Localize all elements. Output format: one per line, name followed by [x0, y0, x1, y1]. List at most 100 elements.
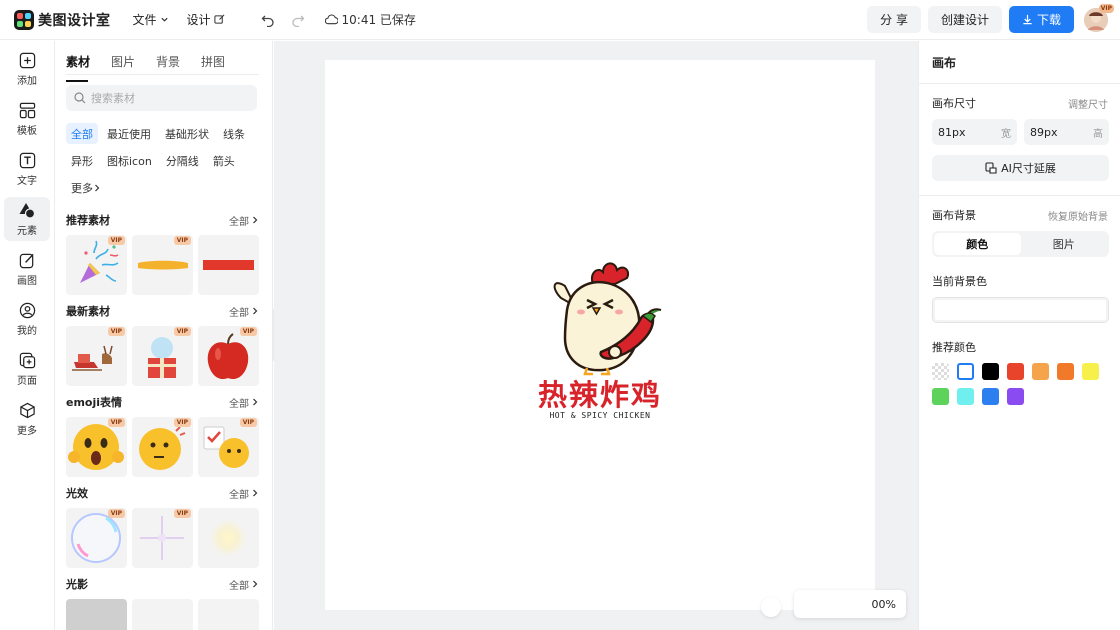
color-swatch[interactable]	[1007, 363, 1024, 380]
rail-item-pages[interactable]: 页面	[4, 347, 50, 391]
material-thumb[interactable]: VIP	[132, 508, 193, 568]
create-design-button[interactable]: 创建设计	[927, 6, 1002, 33]
file-menu[interactable]: 文件	[133, 11, 169, 28]
color-swatch[interactable]	[932, 363, 949, 380]
logo-title[interactable]: 热辣炸鸡	[325, 372, 875, 414]
color-swatch[interactable]	[1082, 363, 1099, 380]
rail-item-templates[interactable]: 模板	[4, 97, 50, 141]
category-chips: 全部 最近使用 基础形状 线条 异形 图标icon 分隔线 箭头 更多	[66, 123, 266, 204]
color-swatch[interactable]	[982, 388, 999, 405]
chip-arrows[interactable]: 箭头	[208, 150, 240, 171]
search-input[interactable]	[91, 91, 241, 105]
restore-bg-link[interactable]: 恢复原始背景	[1048, 208, 1108, 223]
view-all-label: 全部	[229, 398, 249, 410]
material-thumb[interactable]: VIP	[198, 326, 259, 386]
section-recommended: 推荐素材 全部 VIP VIP	[66, 212, 259, 295]
material-thumb[interactable]	[198, 599, 259, 630]
color-swatch[interactable]	[982, 363, 999, 380]
color-swatch[interactable]	[1057, 363, 1074, 380]
chip-all[interactable]: 全部	[66, 123, 98, 144]
vip-badge: VIP	[107, 236, 125, 245]
seg-image[interactable]: 图片	[1021, 233, 1108, 255]
user-icon	[19, 302, 35, 318]
tab-images[interactable]: 图片	[111, 53, 135, 74]
view-all-link[interactable]: 全部	[229, 395, 259, 410]
chip-dividers[interactable]: 分隔线	[161, 150, 204, 171]
chip-irregular[interactable]: 异形	[66, 150, 98, 171]
redo-button[interactable]	[291, 13, 305, 27]
rail-item-text[interactable]: 文字	[4, 147, 50, 191]
color-swatch[interactable]	[1007, 388, 1024, 405]
zoom-toggle[interactable]	[761, 597, 781, 617]
color-swatch[interactable]	[957, 388, 974, 405]
height-field[interactable]: 89px 高	[1024, 119, 1109, 145]
tab-materials[interactable]: 素材	[66, 53, 90, 82]
save-status: 10:41 已保存	[324, 11, 416, 28]
height-unit: 高	[1093, 128, 1103, 140]
view-all-label: 全部	[229, 580, 249, 592]
material-thumb[interactable]	[198, 508, 259, 568]
material-search[interactable]	[66, 85, 257, 111]
section-light-effects: 光效 全部 VIP VIP	[66, 485, 259, 568]
material-thumb[interactable]	[66, 599, 127, 630]
material-thumb[interactable]	[198, 235, 259, 295]
view-all-link[interactable]: 全部	[229, 213, 259, 228]
material-thumb[interactable]: VIP	[66, 508, 127, 568]
chip-recent[interactable]: 最近使用	[102, 123, 156, 144]
material-thumb[interactable]	[132, 599, 193, 630]
color-swatch[interactable]	[932, 388, 949, 405]
width-field[interactable]: 81px 宽	[932, 119, 1017, 145]
color-swatch[interactable]	[957, 363, 974, 380]
view-all-link[interactable]: 全部	[229, 304, 259, 319]
user-avatar[interactable]: VIP	[1084, 3, 1114, 32]
rail-item-add[interactable]: 添加	[4, 47, 50, 91]
material-thumb[interactable]: VIP	[66, 326, 127, 386]
material-thumb[interactable]: VIP	[66, 417, 127, 477]
view-all-link[interactable]: 全部	[229, 577, 259, 592]
red-bar-icon	[203, 260, 254, 270]
color-swatch[interactable]	[1032, 363, 1049, 380]
view-all-link[interactable]: 全部	[229, 486, 259, 501]
rail-item-mine[interactable]: 我的	[4, 297, 50, 341]
material-thumb[interactable]: VIP	[66, 235, 127, 295]
material-thumb[interactable]: VIP	[198, 417, 259, 477]
app-logo[interactable]: 美图设计室	[14, 9, 111, 30]
chip-more[interactable]: 更多	[66, 177, 106, 198]
chip-basic-shapes[interactable]: 基础形状	[160, 123, 214, 144]
chevron-down-icon	[160, 17, 168, 22]
undo-button[interactable]	[261, 13, 275, 27]
logo-subtitle[interactable]: HOT & SPICY CHICKEN	[325, 411, 875, 420]
canvas-size-label: 画布尺寸	[932, 97, 976, 110]
design-menu[interactable]: 设计	[187, 11, 225, 28]
resize-link[interactable]: 调整尺寸	[1068, 96, 1108, 111]
rail-label: 我的	[17, 325, 37, 337]
ai-extend-label: AI尺寸延展	[1001, 162, 1056, 175]
design-page[interactable]: 热辣炸鸡 HOT & SPICY CHICKEN	[325, 60, 875, 610]
vip-badge: VIP	[173, 327, 191, 336]
rail-item-more[interactable]: 更多	[4, 397, 50, 441]
design-menu-label: 设计	[186, 13, 211, 27]
vip-badge: VIP	[173, 236, 191, 245]
ai-extend-button[interactable]: AI尺寸延展	[932, 155, 1109, 181]
divider	[919, 83, 1120, 84]
material-thumb[interactable]: VIP	[132, 235, 193, 295]
chip-lines[interactable]: 线条	[218, 123, 250, 144]
chip-icons[interactable]: 图标icon	[102, 150, 157, 171]
rail-item-elements[interactable]: 元素	[4, 197, 50, 241]
material-thumb[interactable]: VIP	[132, 326, 193, 386]
rail-label: 画图	[17, 275, 37, 287]
seg-color[interactable]: 颜色	[934, 233, 1021, 255]
material-thumb[interactable]: VIP	[132, 417, 193, 477]
vip-badge: VIP	[107, 509, 125, 518]
download-button[interactable]: 下载	[1008, 6, 1074, 33]
tab-collage[interactable]: 拼图	[201, 53, 225, 74]
chicken-logo-graphic[interactable]	[325, 60, 875, 610]
current-bg-swatch[interactable]	[932, 297, 1109, 323]
rail-item-draw[interactable]: 画图	[4, 247, 50, 291]
zoom-control[interactable]: 00%	[794, 590, 906, 618]
share-button[interactable]: 分 享	[867, 6, 921, 33]
canvas-stage[interactable]: 热辣炸鸡 HOT & SPICY CHICKEN 00%	[274, 41, 918, 630]
tab-backgrounds[interactable]: 背景	[156, 53, 180, 74]
height-value: 89px	[1030, 125, 1058, 139]
download-icon	[1023, 14, 1032, 25]
